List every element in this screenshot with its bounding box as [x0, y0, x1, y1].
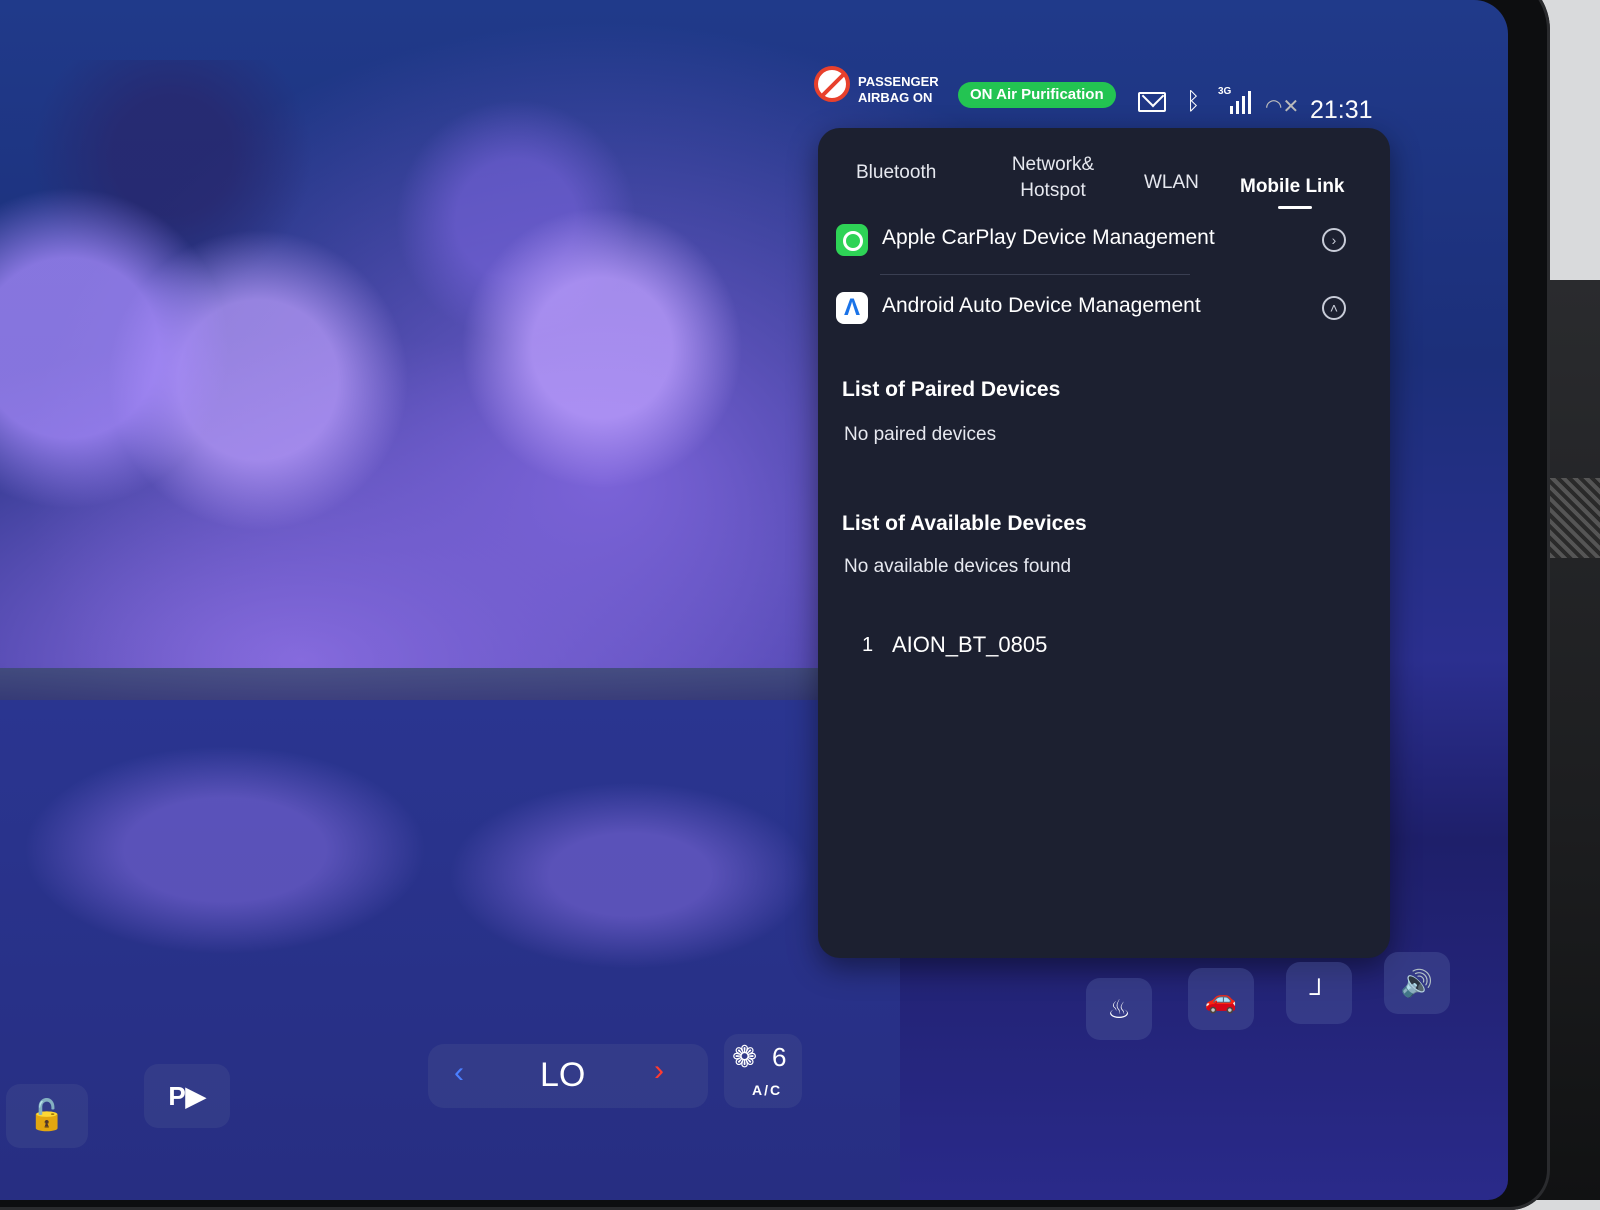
seat-icon[interactable]: ┘	[1286, 962, 1352, 1024]
carplay-device-management[interactable]: Apple CarPlay Device Management ›	[836, 212, 1356, 268]
tab-bluetooth[interactable]: Bluetooth	[856, 160, 936, 186]
volume-icon[interactable]: 🔊	[1384, 952, 1450, 1014]
lock-icon[interactable]: 🔓	[6, 1084, 88, 1148]
android-auto-device-management[interactable]: Android Auto Device Management ˄	[836, 280, 1356, 336]
fan-icon: ❁	[732, 1041, 758, 1074]
bluetooth-icon[interactable]: ᛒ	[1186, 88, 1200, 116]
auto-ac-car-icon[interactable]: 🚗	[1188, 968, 1254, 1030]
fan-level: 6	[772, 1042, 787, 1072]
device-index: 1	[862, 634, 874, 656]
temp-increase-button[interactable]: ›	[654, 1054, 664, 1088]
signal-icon: 3G	[1218, 86, 1252, 116]
divider	[880, 274, 1190, 275]
chevron-right-icon[interactable]: ›	[1322, 228, 1346, 252]
wifi-off-icon[interactable]: ◠✕	[1265, 94, 1299, 119]
temperature-value: LO	[540, 1056, 586, 1094]
carplay-label: Apple CarPlay Device Management	[882, 226, 1215, 249]
airbag-status: PASSENGER AIRBAG ON	[858, 74, 968, 106]
android-auto-icon	[836, 292, 868, 324]
airbag-status-line2: AIRBAG ON	[858, 90, 933, 105]
active-tab-indicator	[1278, 206, 1312, 209]
tab-bar: Bluetooth Network& Hotspot WLAN Mobile L…	[848, 152, 1368, 212]
available-devices-title: List of Available Devices	[842, 512, 1087, 535]
temperature-control: ‹ LO ›	[428, 1044, 708, 1108]
rear-defrost-icon[interactable]: ♨	[1086, 978, 1152, 1040]
paired-devices-title: List of Paired Devices	[842, 378, 1061, 401]
mail-icon[interactable]	[1138, 92, 1166, 112]
airbag-status-line1: PASSENGER	[858, 74, 939, 89]
clock: 21:31	[1310, 96, 1373, 124]
parking-camera-icon[interactable]: P▶	[144, 1064, 230, 1128]
tab-network-hotspot-line2: Hotspot	[1020, 180, 1086, 201]
available-devices-empty: No available devices found	[844, 556, 1072, 577]
tab-network-hotspot-line1: Network&	[1011, 154, 1095, 175]
tab-wlan[interactable]: WLAN	[1144, 170, 1199, 196]
connectivity-panel: Bluetooth Network& Hotspot WLAN Mobile L…	[818, 128, 1390, 958]
ac-label: A/C	[752, 1082, 783, 1098]
status-bar: PASSENGER AIRBAG ON ON Air Purification …	[810, 60, 1390, 124]
infotainment-screen: PASSENGER AIRBAG ON ON Air Purification …	[0, 0, 1508, 1200]
wallpaper-forest	[0, 60, 860, 700]
device-name: AION_BT_0805	[892, 632, 1048, 657]
carplay-icon	[836, 224, 868, 256]
network-type-label: 3G	[1218, 86, 1232, 97]
wallpaper-lake	[0, 700, 900, 1200]
fan-ac-button[interactable]: ❁ 6 A/C	[724, 1034, 802, 1108]
air-purification-badge[interactable]: ON Air Purification	[958, 82, 1116, 108]
tab-mobile-link[interactable]: Mobile Link	[1240, 174, 1345, 200]
chevron-up-icon[interactable]: ˄	[1322, 296, 1346, 320]
paired-devices-empty: No paired devices	[844, 424, 997, 445]
android-auto-label: Android Auto Device Management	[882, 294, 1201, 317]
temp-decrease-button[interactable]: ‹	[454, 1056, 464, 1090]
tab-network-hotspot[interactable]: Network& Hotspot	[998, 152, 1108, 204]
airbag-off-icon	[814, 66, 850, 102]
available-device-item[interactable]: 1 AION_BT_0805	[862, 626, 1162, 666]
wallpaper-shore	[0, 668, 840, 704]
